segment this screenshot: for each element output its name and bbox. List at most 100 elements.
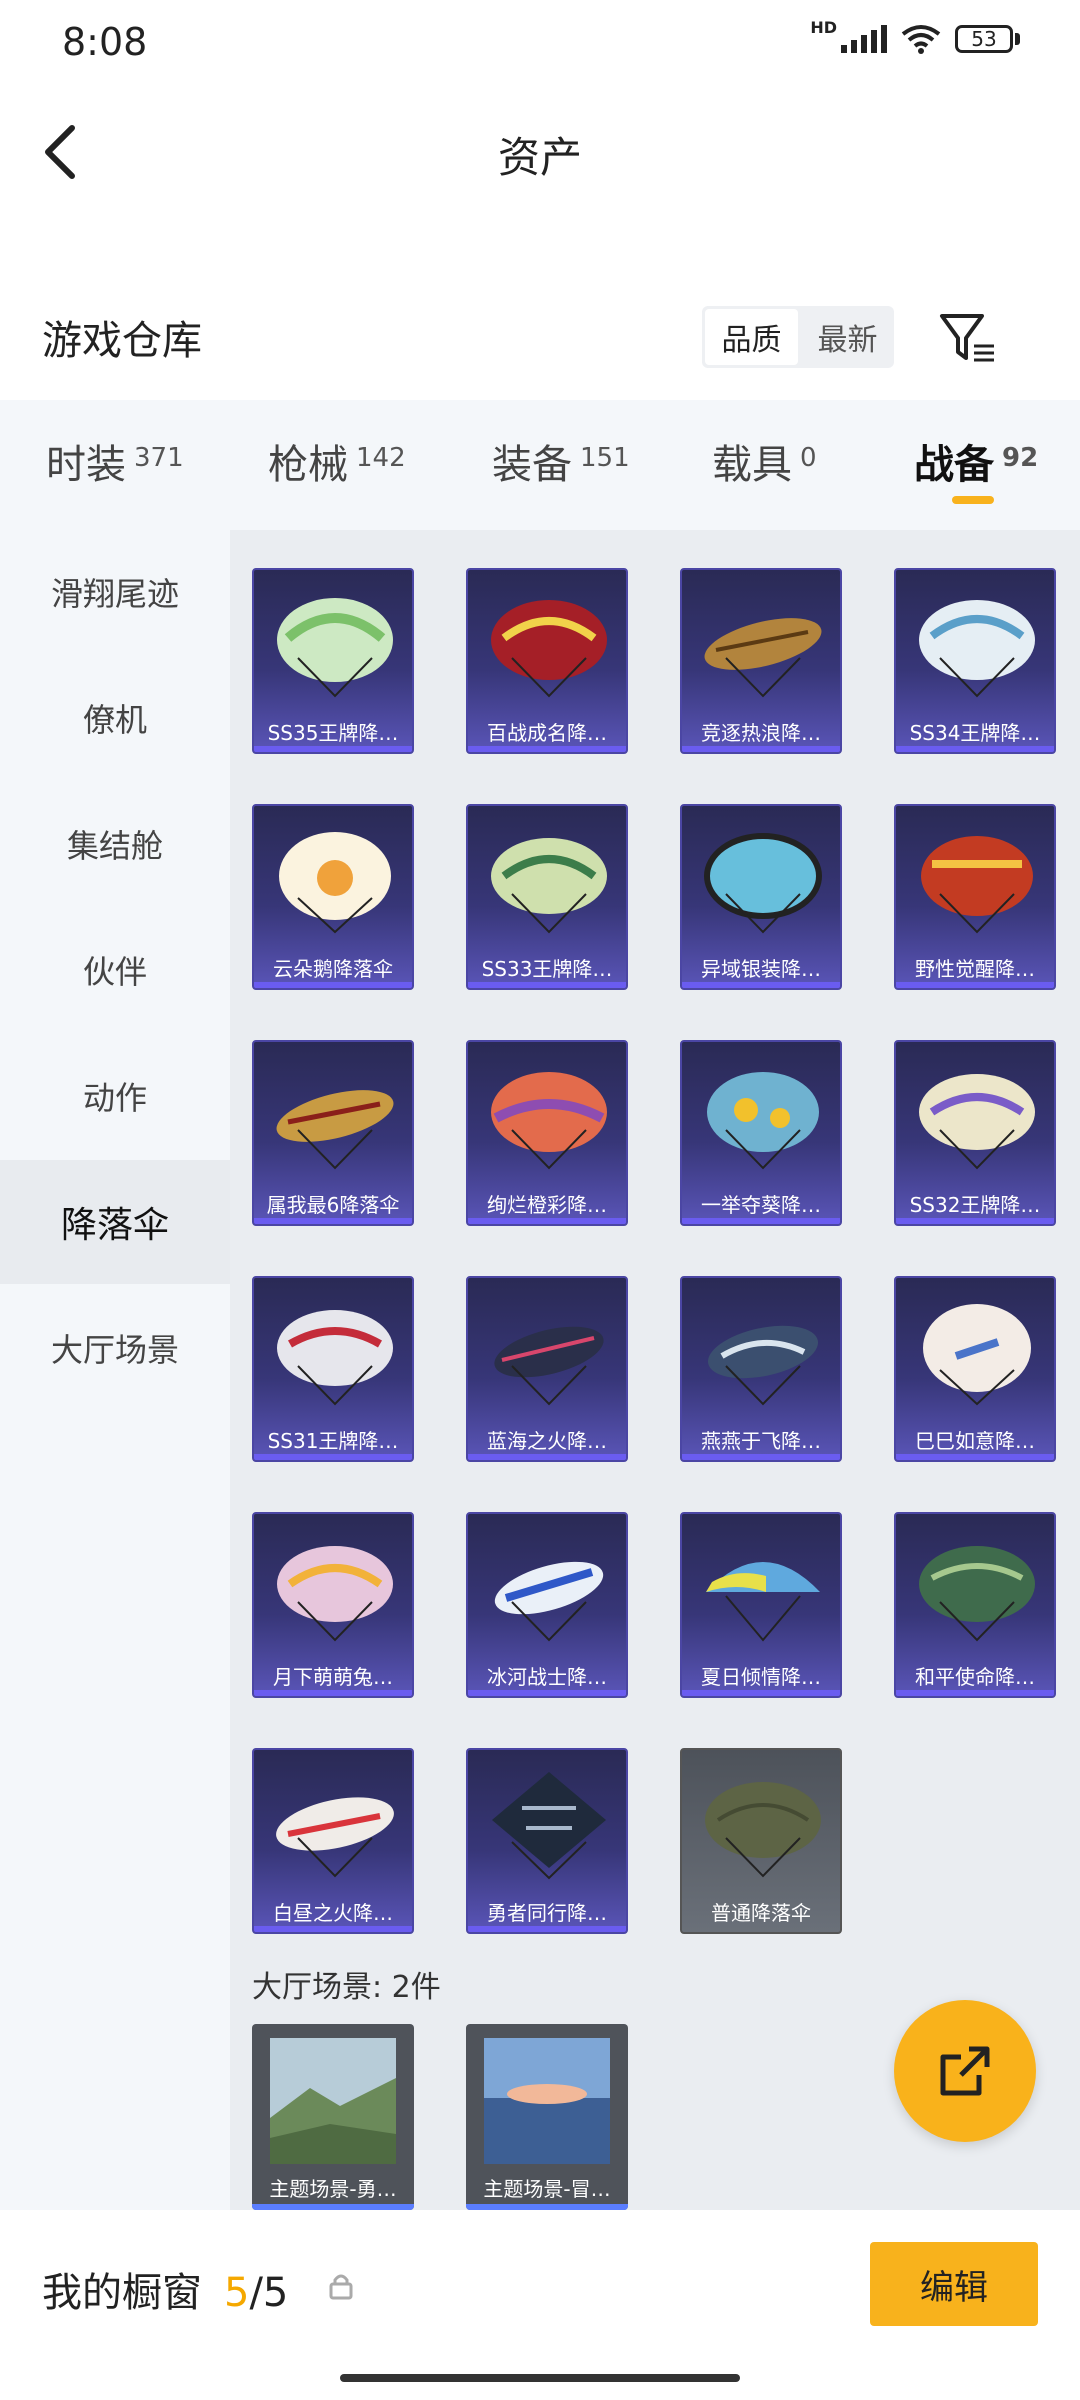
item-label: 白昼之火降… xyxy=(273,1901,393,1925)
parachute-icon xyxy=(276,1797,394,1878)
item-label: 冰河战士降… xyxy=(487,1665,607,1689)
parachute-icon xyxy=(492,1772,606,1880)
rarity-strip xyxy=(682,982,840,988)
bottom-bar: 我的橱窗 5/5 编辑 xyxy=(0,2210,1080,2400)
parachute-icon xyxy=(277,1310,393,1406)
parachute-card[interactable]: 普通降落伞 xyxy=(680,1748,842,1934)
sidebar-item-gathering-pod[interactable]: 集结舱 xyxy=(0,782,230,906)
parachute-card[interactable]: 一举夺葵降… xyxy=(680,1040,842,1226)
edit-button[interactable]: 编辑 xyxy=(870,2242,1038,2326)
showcase-total: /5 xyxy=(249,2270,289,2316)
filter-icon[interactable] xyxy=(938,310,998,366)
share-button[interactable] xyxy=(894,2000,1036,2142)
parachute-card[interactable]: 燕燕于飞降… xyxy=(680,1276,842,1462)
parachute-card[interactable]: SS34王牌降… xyxy=(894,568,1056,754)
scene-card[interactable]: 主题场景-勇… xyxy=(252,2024,414,2210)
sidebar-item-emote[interactable]: 动作 xyxy=(0,1034,230,1158)
parachute-icon xyxy=(923,1304,1031,1406)
item-label: 和平使命降… xyxy=(915,1665,1035,1689)
sort-toggle: 品质 最新 xyxy=(702,306,894,368)
item-label: 一举夺葵降… xyxy=(701,1193,821,1217)
parachute-icon xyxy=(919,600,1035,698)
parachute-card[interactable]: SS32王牌降… xyxy=(894,1040,1056,1226)
parachute-card[interactable]: 绚烂橙彩降… xyxy=(466,1040,628,1226)
parachute-card[interactable]: 和平使命降… xyxy=(894,1512,1056,1698)
tab-vehicles[interactable]: 载具 0 xyxy=(712,432,817,490)
item-label: 异域银装降… xyxy=(701,957,821,981)
parachute-card[interactable]: 异域银装降… xyxy=(680,804,842,990)
parachute-icon xyxy=(494,1326,604,1406)
parachute-icon xyxy=(921,836,1033,934)
battery-tip xyxy=(1015,33,1020,45)
tab-fashion[interactable]: 时装 371 xyxy=(46,432,184,490)
scene-card[interactable]: 主题场景-冒… xyxy=(466,2024,628,2210)
item-label: SS35王牌降… xyxy=(267,721,399,745)
parachute-icon xyxy=(279,832,391,934)
rarity-strip xyxy=(468,1690,626,1696)
parachute-icon xyxy=(919,1546,1035,1642)
tab-equipment[interactable]: 装备 151 xyxy=(492,432,630,490)
scene-thumbnail xyxy=(270,2038,396,2164)
item-label: 云朵鹅降落伞 xyxy=(273,957,393,981)
item-label: 巳巳如意降… xyxy=(915,1429,1035,1453)
parachute-card[interactable]: 野性觉醒降… xyxy=(894,804,1056,990)
item-label: 属我最6降落伞 xyxy=(266,1193,400,1217)
parachute-card[interactable]: SS33王牌降… xyxy=(466,804,628,990)
item-label: SS32王牌降… xyxy=(909,1193,1041,1217)
parachute-card[interactable]: SS35王牌降… xyxy=(252,568,414,754)
home-indicator[interactable] xyxy=(340,2374,740,2382)
lock-icon xyxy=(329,2274,353,2300)
rarity-strip xyxy=(896,1454,1054,1460)
parachute-card[interactable]: 白昼之火降… xyxy=(252,1748,414,1934)
sort-quality-button[interactable]: 品质 xyxy=(705,309,798,365)
item-label: 燕燕于飞降… xyxy=(701,1429,821,1453)
item-label: 夏日倾情降… xyxy=(701,1665,821,1689)
warehouse-title: 游戏仓库 xyxy=(42,318,202,364)
rarity-strip xyxy=(468,982,626,988)
parachute-card[interactable]: 勇者同行降… xyxy=(466,1748,628,1934)
parachute-card[interactable]: 冰河战士降… xyxy=(466,1512,628,1698)
battery-icon: 53 xyxy=(955,25,1013,53)
parachute-card[interactable]: 竞逐热浪降… xyxy=(680,568,842,754)
rarity-strip xyxy=(254,1926,412,1932)
parachute-icon xyxy=(491,838,607,934)
parachute-card[interactable]: SS31王牌降… xyxy=(252,1276,414,1462)
parachute-card[interactable]: 月下萌萌兔… xyxy=(252,1512,414,1698)
sidebar: 滑翔尾迹 僚机 集结舱 伙伴 动作 降落伞 大厅场景 xyxy=(0,530,230,2210)
parachute-card[interactable]: 蓝海之火降… xyxy=(466,1276,628,1462)
tab-guns[interactable]: 枪械 142 xyxy=(268,432,406,490)
parachute-card[interactable]: 云朵鹅降落伞 xyxy=(252,804,414,990)
tab-readiness[interactable]: 战备 92 xyxy=(914,432,1038,490)
item-label: 野性觉醒降… xyxy=(915,957,1035,981)
signal-icon xyxy=(841,25,887,53)
rarity-strip xyxy=(682,1454,840,1460)
rarity-strip xyxy=(254,1454,412,1460)
item-label: 主题场景-勇… xyxy=(269,2177,397,2201)
item-label: 普通降落伞 xyxy=(711,1901,811,1925)
parachute-card[interactable]: 夏日倾情降… xyxy=(680,1512,842,1698)
rarity-strip xyxy=(682,746,840,752)
sidebar-item-glide-trail[interactable]: 滑翔尾迹 xyxy=(0,530,230,654)
rarity-strip xyxy=(254,746,412,752)
sidebar-item-wingman[interactable]: 僚机 xyxy=(0,656,230,780)
item-label: SS33王牌降… xyxy=(481,957,613,981)
item-label: 主题场景-冒… xyxy=(483,2177,611,2201)
sidebar-item-lobby-scene[interactable]: 大厅场景 xyxy=(0,1286,230,1410)
parachute-icon xyxy=(491,600,607,698)
parachute-card[interactable]: 属我最6降落伞 xyxy=(252,1040,414,1226)
top-header: 资产 xyxy=(0,100,1080,200)
section-title: 大厅场景: 2件 xyxy=(252,1970,441,2005)
rarity-strip xyxy=(896,1218,1054,1224)
parachute-card[interactable]: 巳巳如意降… xyxy=(894,1276,1056,1462)
item-label: 绚烂橙彩降… xyxy=(487,1193,607,1217)
item-label: 百战成名降… xyxy=(487,721,607,745)
sidebar-item-parachute[interactable]: 降落伞 xyxy=(0,1160,230,1284)
parachute-icon xyxy=(706,1562,820,1642)
sidebar-item-companion[interactable]: 伙伴 xyxy=(0,908,230,1032)
parachute-icon xyxy=(919,1074,1035,1170)
parachute-icon xyxy=(277,1546,393,1642)
scene-thumbnail xyxy=(484,2038,610,2164)
parachute-icon xyxy=(277,598,393,698)
parachute-card[interactable]: 百战成名降… xyxy=(466,568,628,754)
sort-newest-button[interactable]: 最新 xyxy=(801,306,894,368)
